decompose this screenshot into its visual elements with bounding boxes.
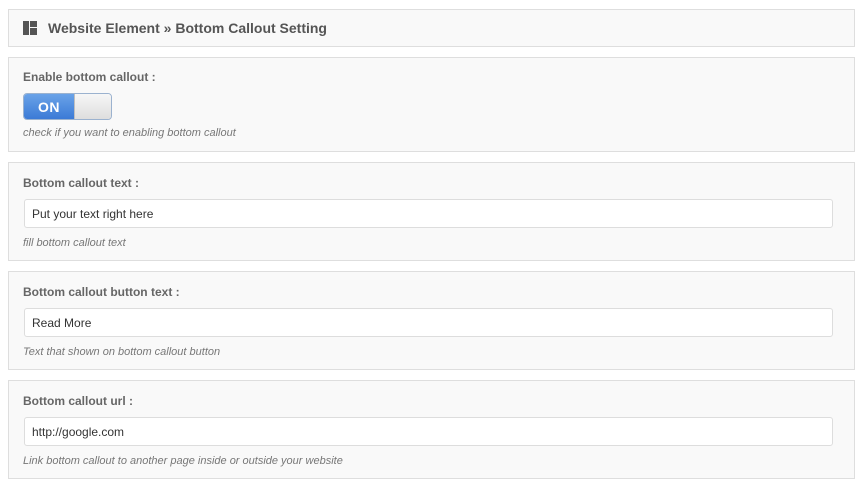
callout-button-text-help: Text that shown on bottom callout button <box>23 346 221 358</box>
enable-callout-help: check if you want to enabling bottom cal… <box>23 127 236 139</box>
callout-text-input[interactable] <box>24 199 833 228</box>
callout-button-text-label: Bottom callout button text : <box>23 285 180 299</box>
callout-url-section: Bottom callout url : Link bottom callout… <box>8 380 855 479</box>
callout-button-text-section: Bottom callout button text : Text that s… <box>8 271 855 370</box>
page-title: Website Element » Bottom Callout Setting <box>48 20 327 36</box>
toggle-knob <box>74 94 111 119</box>
callout-text-section: Bottom callout text : fill bottom callou… <box>8 162 855 261</box>
callout-button-text-input[interactable] <box>24 308 833 337</box>
callout-url-label: Bottom callout url : <box>23 394 133 408</box>
breadcrumb-header: Website Element » Bottom Callout Setting <box>8 9 855 47</box>
layout-icon <box>23 21 37 35</box>
enable-callout-label: Enable bottom callout : <box>23 70 156 84</box>
callout-text-help: fill bottom callout text <box>23 237 126 249</box>
callout-url-input[interactable] <box>24 417 833 446</box>
callout-url-help: Link bottom callout to another page insi… <box>23 455 343 467</box>
enable-callout-toggle[interactable]: ON <box>23 93 112 120</box>
callout-text-label: Bottom callout text : <box>23 176 139 190</box>
toggle-on-label: ON <box>24 94 74 119</box>
enable-callout-section: Enable bottom callout : ON check if you … <box>8 57 855 152</box>
